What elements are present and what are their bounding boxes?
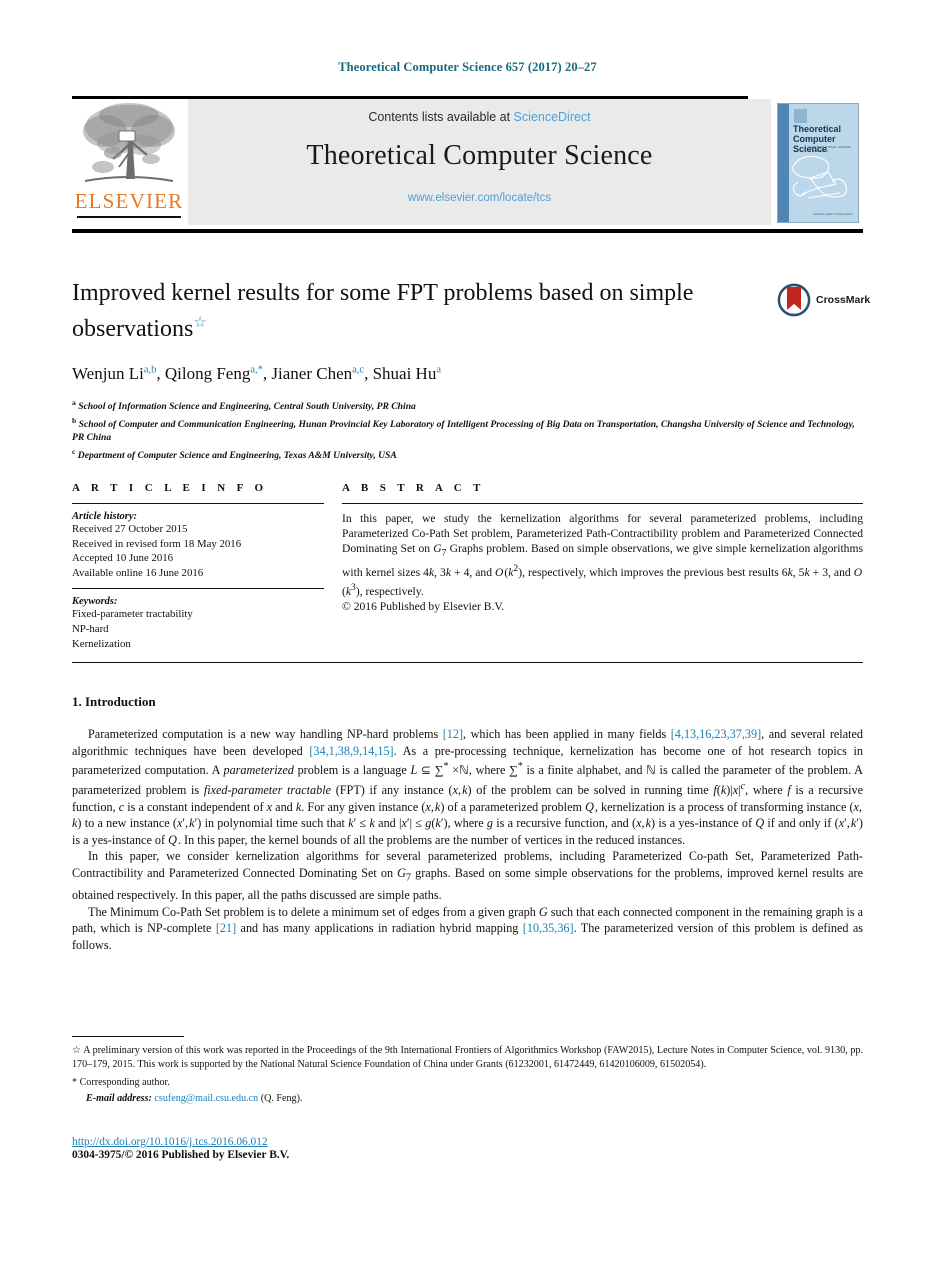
- abstract-bottom-rule: [72, 662, 863, 663]
- abstract-paragraph: In this paper, we study the kernelizatio…: [342, 512, 864, 598]
- history-item: Received in revised form 18 May 2016: [72, 537, 242, 550]
- issn-copyright-line: 0304-3975/© 2016 Published by Elsevier B…: [72, 1149, 290, 1161]
- author-affil-marks: a,b: [143, 364, 157, 376]
- body-paragraph: The Minimum Co-Path Set problem is to de…: [72, 904, 864, 952]
- paper-page: Theoretical Computer Science 657 (2017) …: [0, 0, 935, 1266]
- footnote-star-marker: ☆: [72, 1045, 82, 1056]
- author-entry: Jianer Chena,c: [271, 364, 365, 383]
- title-footnote-star-icon[interactable]: ☆: [193, 315, 206, 331]
- body-paragraph: In this paper, we consider kernelization…: [72, 849, 863, 902]
- author-entry: Shuai Hua: [372, 364, 441, 383]
- affiliation-item: c Department of Computer Science and Eng…: [72, 446, 397, 461]
- journal-url-link[interactable]: www.elsevier.com/locate/tcs: [188, 172, 771, 204]
- elsevier-underline: [77, 216, 181, 218]
- journal-banner: Contents lists available at ScienceDirec…: [188, 99, 771, 225]
- corresponding-marker: *: [72, 1077, 78, 1089]
- citation-link[interactable]: [21]: [216, 921, 236, 935]
- history-item: Available online 16 June 2016: [72, 566, 204, 579]
- cover-footer: Available online at ScienceDirect: [812, 212, 854, 216]
- running-head: Theoretical Computer Science 657 (2017) …: [338, 60, 597, 74]
- keyword-item: NP-hard: [72, 622, 109, 635]
- abstract-body: In this paper, we study the kernelizatio…: [342, 511, 863, 614]
- author-entry: Wenjun Lia,b: [72, 364, 157, 383]
- elsevier-wordmark: ELSEVIER: [74, 189, 184, 213]
- abstract-column: A B S T R A C T In this paper, we study …: [342, 482, 863, 651]
- article-title-text: Improved kernel results for some FPT pro…: [72, 280, 694, 342]
- page-footer: http://dx.doi.org/10.1016/j.tcs.2016.06.…: [72, 1136, 863, 1161]
- page-title: Improved kernel results for some FPT pro…: [72, 278, 732, 344]
- masthead-bottom-rule: [72, 229, 863, 233]
- crossmark-icon: [777, 283, 811, 317]
- contents-line: Contents lists available at ScienceDirec…: [188, 99, 771, 124]
- affiliation-list: a School of Information Science and Engi…: [72, 396, 863, 462]
- abstract-heading: A B S T R A C T: [342, 482, 485, 494]
- author-list: Wenjun Lia,b, Qilong Fenga,*, Jianer Che…: [72, 364, 441, 383]
- citation-link[interactable]: [10,35,36]: [523, 921, 574, 935]
- footnote-block: ☆ A preliminary version of this work was…: [72, 1044, 863, 1105]
- cover-publisher-mark: [794, 109, 807, 123]
- abstract-copyright: © 2016 Published by Elsevier B.V.: [342, 600, 505, 614]
- crossmark-badge[interactable]: CrossMark: [777, 280, 877, 320]
- author-affil-marks: a: [436, 364, 441, 376]
- footnote-funding: ☆ A preliminary version of this work was…: [72, 1045, 863, 1070]
- info-abstract-row: A R T I C L E I N F O Article history: R…: [72, 482, 863, 651]
- keyword-item: Fixed-parameter tractability: [72, 608, 193, 621]
- journal-masthead: ELSEVIER Contents lists available at Sci…: [72, 96, 863, 233]
- author-entry: Qilong Fenga,*: [164, 364, 263, 383]
- footnote-email: E-mail address: csufeng@mail.csu.edu.cn …: [86, 1092, 863, 1106]
- citation-link[interactable]: [34,1,38,9,14,15]: [309, 744, 393, 758]
- section-heading-introduction: 1. Introduction: [72, 694, 156, 709]
- abstract-rule: [342, 503, 863, 504]
- footnote-corresponding: * Corresponding author.: [72, 1077, 170, 1089]
- keywords-label: Keywords:: [72, 596, 118, 608]
- email-owner: (Q. Feng).: [260, 1092, 303, 1104]
- author-affil-marks: a,c: [352, 364, 365, 376]
- email-link[interactable]: csufeng@mail.csu.edu.cn: [154, 1093, 258, 1104]
- footnote-separator: [72, 1036, 184, 1037]
- article-body: 1. Introduction Parameterized computatio…: [72, 694, 863, 953]
- sciencedirect-link[interactable]: ScienceDirect: [514, 110, 591, 124]
- journal-title: Theoretical Computer Science: [306, 140, 653, 171]
- journal-cover-thumbnail: Theoretical Computer Science AN INTERNAT…: [771, 99, 863, 225]
- title-block: CrossMark Improved kernel results for so…: [72, 278, 870, 462]
- doi-link[interactable]: http://dx.doi.org/10.1016/j.tcs.2016.06.…: [72, 1136, 863, 1148]
- citation-link[interactable]: [4,13,16,23,37,39]: [671, 727, 761, 741]
- affiliation-item: b School of Computer and Communication E…: [72, 415, 855, 444]
- crossmark-label: CrossMark: [816, 294, 871, 306]
- affiliation-item: a School of Information Science and Engi…: [72, 398, 416, 413]
- elsevier-tree-icon: [83, 103, 175, 182]
- keyword-item: Kernelization: [72, 637, 131, 650]
- elsevier-logo: ELSEVIER: [72, 99, 188, 225]
- email-label: E-mail address:: [86, 1092, 152, 1104]
- history-item: Accepted 10 June 2016: [72, 552, 174, 565]
- article-info-heading: A R T I C L E I N F O: [72, 482, 268, 494]
- author-affil-marks: a,*: [250, 364, 263, 376]
- article-history-label: Article history:: [72, 511, 138, 522]
- keywords-rule: [72, 588, 324, 590]
- history-item: Received 27 October 2015: [72, 523, 188, 535]
- cover-graph-diagram: [791, 155, 848, 199]
- article-info-rule: [72, 503, 324, 504]
- body-paragraph: Parameterized computation is a new way h…: [72, 727, 864, 847]
- citation-link[interactable]: [12]: [443, 727, 463, 741]
- contents-prefix: Contents lists available at: [368, 110, 514, 124]
- article-info-column: A R T I C L E I N F O Article history: R…: [72, 482, 342, 651]
